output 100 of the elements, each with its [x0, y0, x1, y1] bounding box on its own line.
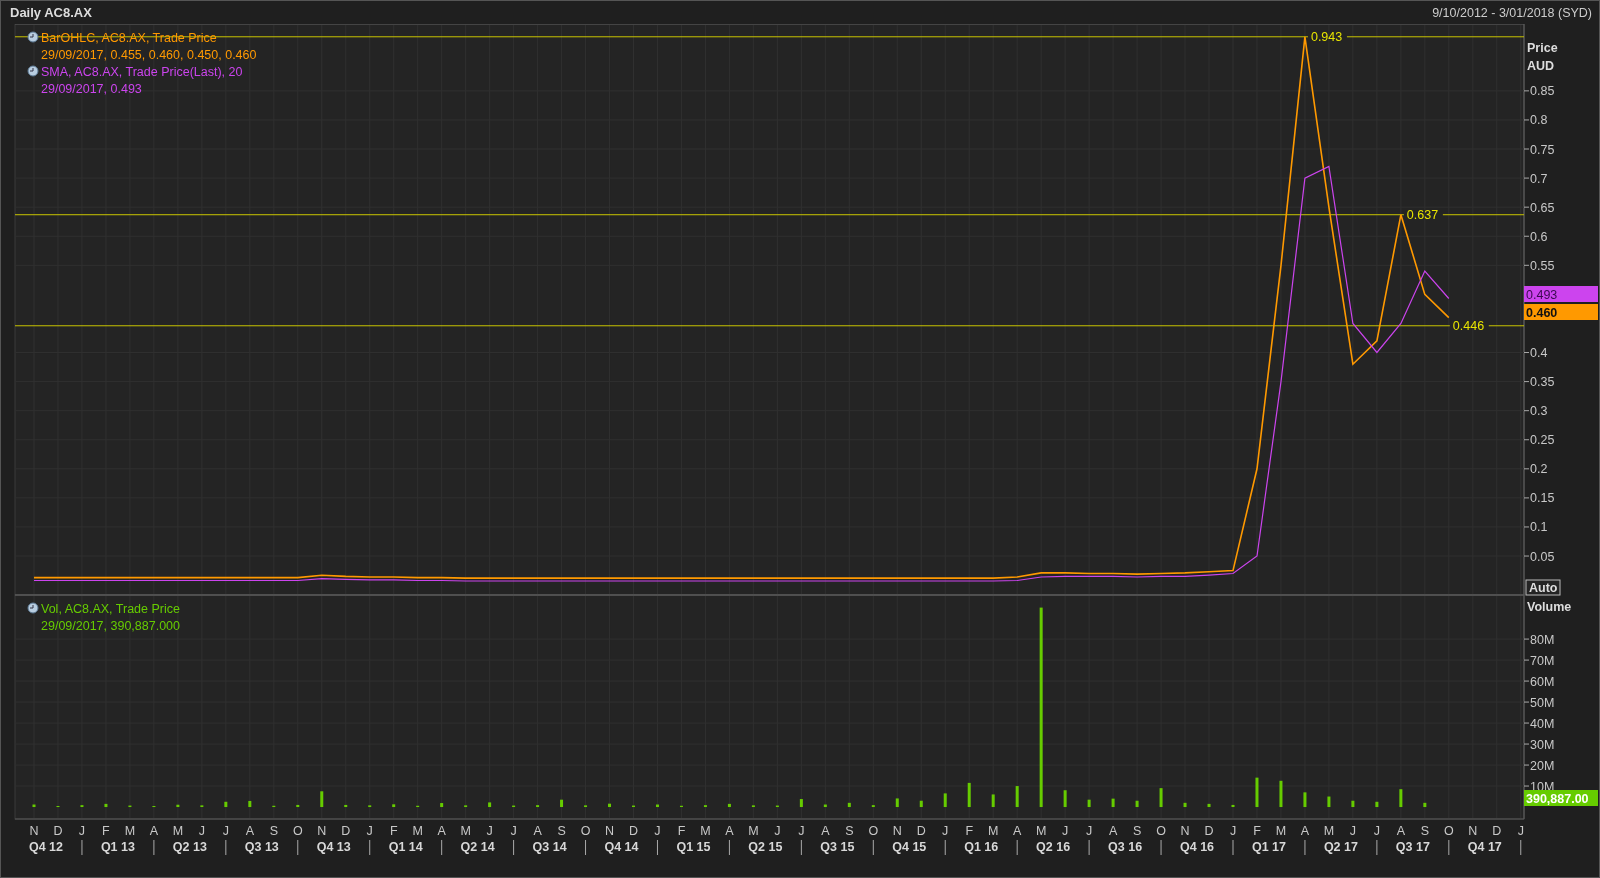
month-label: A — [1013, 824, 1022, 838]
month-label: J — [1373, 824, 1380, 838]
month-label: S — [1132, 824, 1142, 838]
month-label: M — [1275, 824, 1287, 838]
quarter-label: Q2 15 — [748, 840, 783, 854]
month-label: D — [629, 824, 638, 838]
axis-label: 0.25 — [1530, 433, 1555, 448]
legend-title: Vol, AC8.AX, Trade Price — [41, 601, 180, 616]
month-label: J — [1229, 824, 1237, 838]
quarter-label: Q3 13 — [244, 840, 279, 854]
month-label: J — [198, 824, 205, 838]
quarter-label: Q2 17 — [1323, 840, 1358, 854]
level-label: 0.637 — [1406, 208, 1439, 223]
month-label: J — [78, 824, 86, 838]
legend-values: 29/09/2017, 0.455, 0.460, 0.450, 0.460 — [41, 47, 257, 62]
axis-label: 60M — [1530, 674, 1555, 689]
quarter-label: Q3 15 — [820, 840, 855, 854]
month-label: M — [700, 824, 711, 838]
month-label: F — [389, 824, 398, 838]
legend-title: SMA, AC8.AX, Trade Price(Last), 20 — [41, 64, 243, 79]
month-label: J — [942, 824, 949, 838]
axis-label: 80M — [1530, 632, 1555, 647]
month-label: F — [965, 824, 974, 838]
month-label: M — [412, 824, 423, 838]
month-label: J — [1349, 824, 1357, 838]
quarter-label: Q4 15 — [892, 840, 927, 854]
month-label: A — [1300, 824, 1310, 838]
month-label: O — [580, 824, 591, 838]
axis-unit: AUD — [1527, 59, 1555, 73]
month-label: F — [677, 824, 686, 838]
month-label: S — [557, 824, 566, 838]
month-label: J — [798, 824, 805, 838]
legend-values: 29/09/2017, 390,887.000 — [41, 618, 181, 633]
month-label: N — [317, 824, 327, 838]
month-label: D — [53, 824, 63, 838]
month-label: J — [1086, 824, 1093, 838]
month-label: O — [1443, 824, 1454, 838]
month-label: J — [1062, 824, 1069, 838]
month-label: S — [269, 824, 278, 838]
month-label: N — [892, 824, 902, 838]
axis-label: 0.1 — [1530, 520, 1548, 535]
quarter-label: Q1 14 — [388, 840, 423, 854]
axis-label: 50M — [1530, 695, 1555, 710]
axis-label: 40M — [1530, 716, 1555, 731]
month-label: F — [1253, 824, 1261, 838]
axis-label: 0.4 — [1530, 346, 1548, 361]
legend-values: 29/09/2017, 0.493 — [41, 81, 142, 96]
month-label: A — [149, 824, 159, 838]
axis-label: 0.15 — [1530, 491, 1555, 506]
quarter-label: Q4 14 — [604, 840, 639, 854]
month-label: J — [1517, 824, 1524, 838]
axis-label: 0.65 — [1530, 200, 1555, 215]
quarter-label: Q2 13 — [172, 840, 207, 854]
axis-label: 0.05 — [1530, 549, 1555, 564]
month-label: F — [102, 824, 110, 838]
value-tag: 390,887.00 — [1524, 790, 1598, 806]
quarter-label: Q4 16 — [1180, 840, 1215, 854]
month-label: N — [29, 824, 39, 838]
month-label: J — [510, 824, 517, 838]
axis-label: 0.8 — [1530, 113, 1548, 128]
month-label: J — [222, 824, 229, 838]
axis-label: 0.75 — [1530, 142, 1555, 157]
month-label: A — [821, 824, 830, 838]
month-label: N — [1180, 824, 1190, 838]
month-label: J — [486, 824, 493, 838]
month-label: O — [868, 824, 879, 838]
axis-label: 0.7 — [1530, 171, 1548, 186]
month-label: M — [172, 824, 184, 838]
quarter-label: Q1 13 — [100, 840, 135, 854]
date-range: 9/10/2012 - 3/01/2018 (SYD) — [1432, 5, 1592, 20]
axis-label: 0.35 — [1530, 375, 1555, 390]
month-label: O — [292, 824, 303, 838]
quarter-label: Q1 16 — [964, 840, 999, 854]
level-label: 0.446 — [1452, 319, 1485, 334]
quarter-label: Q2 16 — [1036, 840, 1071, 854]
quarter-label: Q4 13 — [316, 840, 351, 854]
month-label: M — [1035, 824, 1047, 838]
axis-label: 70M — [1530, 653, 1555, 668]
month-label: M — [988, 824, 999, 838]
value-tag: 0.460 — [1524, 304, 1598, 320]
month-label: A — [533, 824, 542, 838]
level-label: 0.943 — [1310, 30, 1343, 45]
month-label: A — [1108, 824, 1118, 838]
month-label: M — [124, 824, 136, 838]
axis-label: 0.2 — [1530, 462, 1548, 477]
axis-title: Price — [1527, 41, 1558, 55]
month-label: J — [774, 824, 781, 838]
quarter-label: Q4 17 — [1467, 840, 1502, 854]
month-label: M — [460, 824, 471, 838]
month-label: S — [845, 824, 854, 838]
month-label: M — [748, 824, 759, 838]
month-label: N — [1468, 824, 1478, 838]
quarter-label: Q1 17 — [1251, 840, 1286, 854]
month-label: J — [654, 824, 661, 838]
axis-label: 0.55 — [1530, 258, 1555, 273]
month-label: A — [725, 824, 734, 838]
quarter-label: Q2 14 — [460, 840, 495, 854]
month-label: M — [1323, 824, 1335, 838]
month-label: D — [341, 824, 351, 838]
month-label: S — [1420, 824, 1429, 838]
